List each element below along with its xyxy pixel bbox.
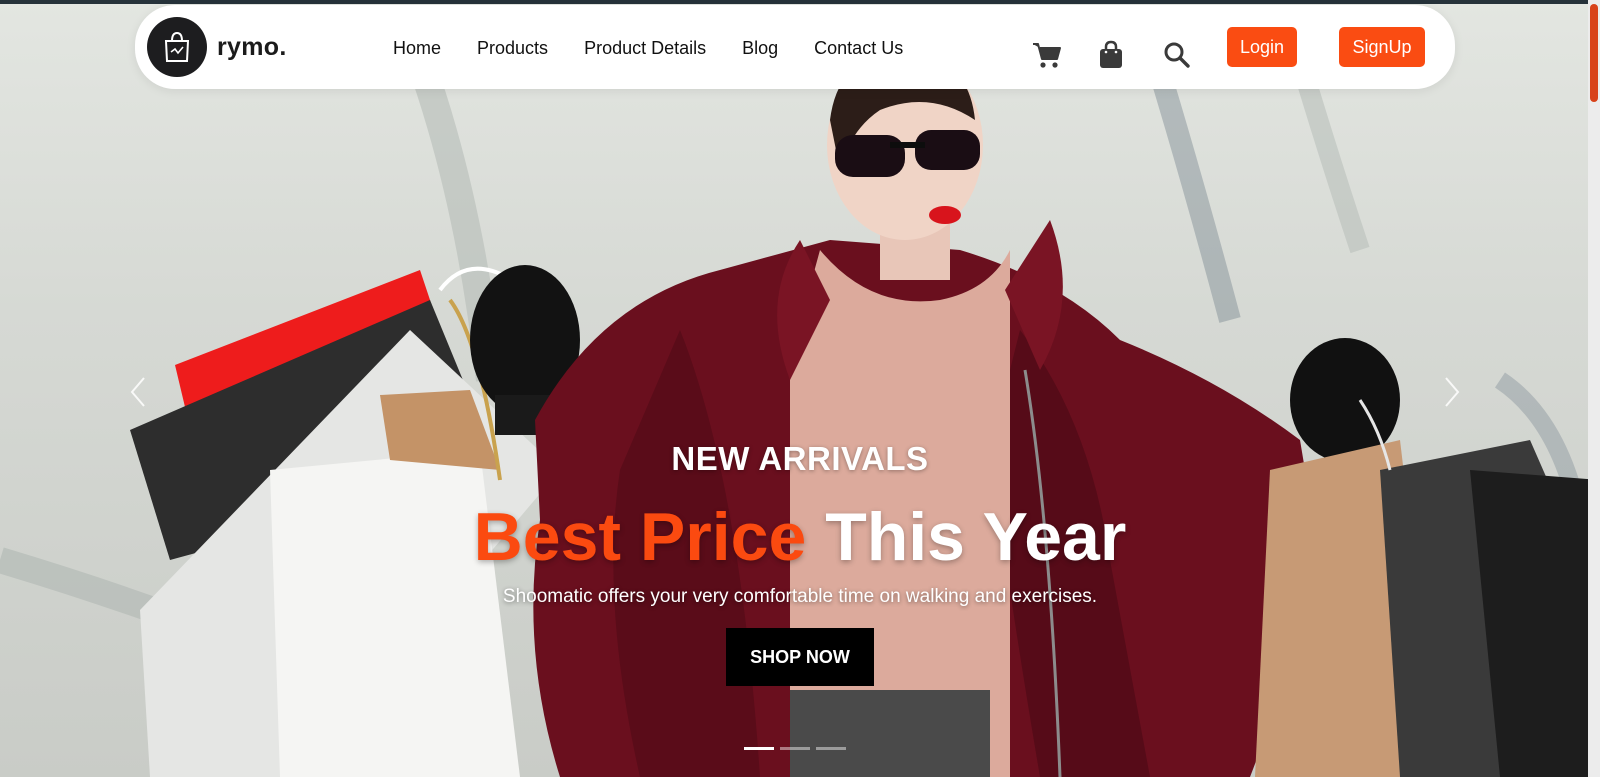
carousel-dot-3[interactable] [816, 747, 846, 750]
cart-button[interactable] [1032, 41, 1062, 74]
shop-now-button[interactable]: SHOP NOW [726, 628, 874, 686]
carousel-dot-1[interactable] [744, 747, 774, 750]
bag-icon [1100, 40, 1122, 68]
carousel-next-button[interactable] [1442, 375, 1462, 414]
brand-name[interactable]: rymo. [217, 33, 287, 62]
headline-accent: Best Price [473, 499, 807, 575]
search-button[interactable] [1163, 41, 1191, 74]
logo[interactable] [147, 17, 207, 77]
top-border [0, 0, 1600, 4]
chevron-left-icon [130, 377, 145, 407]
nav-link-blog[interactable]: Blog [742, 38, 778, 59]
search-icon [1164, 42, 1190, 68]
shopping-bag-logo-icon [164, 31, 190, 62]
hero-eyebrow: NEW ARRIVALS [671, 440, 929, 477]
cart-icon [1033, 43, 1061, 68]
bag-button[interactable] [1098, 40, 1124, 75]
nav-link-product-details[interactable]: Product Details [584, 38, 706, 59]
carousel-dot-2[interactable] [780, 747, 810, 750]
chevron-right-icon [1445, 377, 1460, 407]
scrollbar[interactable] [1588, 0, 1600, 777]
signup-button[interactable]: SignUp [1339, 27, 1425, 67]
navbar: rymo. Home Products Product Details Blog… [135, 5, 1455, 89]
nav-links: Home Products Product Details Blog Conta… [393, 38, 939, 59]
nav-link-home[interactable]: Home [393, 38, 441, 59]
login-button[interactable]: Login [1227, 27, 1297, 67]
carousel-prev-button[interactable] [128, 375, 148, 414]
nav-link-contact-us[interactable]: Contact Us [814, 38, 903, 59]
carousel-indicators [744, 747, 846, 750]
hero-headline: Best Price This Year [0, 498, 1600, 576]
page: rymo. Home Products Product Details Blog… [0, 0, 1600, 777]
hero-subtitle: Shoomatic offers your very comfortable t… [502, 586, 1098, 607]
nav-link-products[interactable]: Products [477, 38, 548, 59]
headline-rest: This Year [825, 499, 1127, 575]
scrollbar-thumb[interactable] [1590, 4, 1598, 102]
